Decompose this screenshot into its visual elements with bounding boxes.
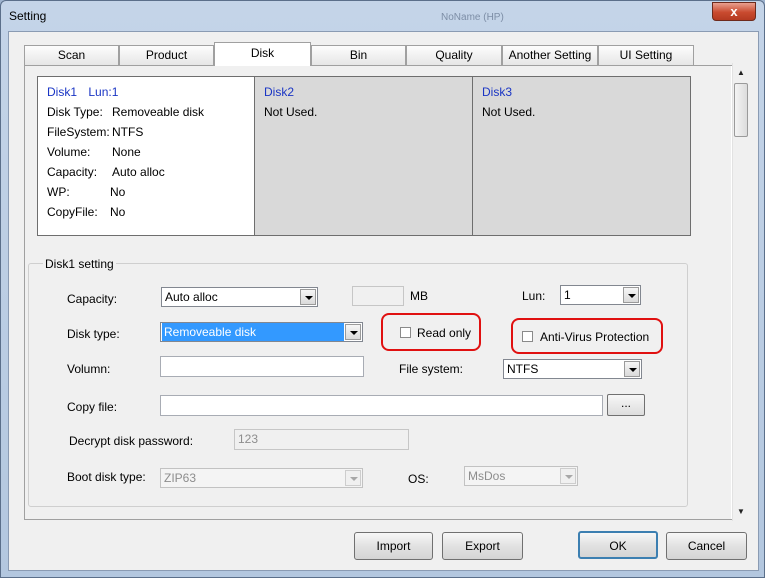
disk1-filesystem-key: FileSystem:: [47, 125, 110, 139]
os-select: MsDos: [464, 466, 578, 486]
scrollbar-thumb[interactable]: [734, 83, 748, 137]
capacity-label: Capacity:: [67, 292, 118, 306]
scroll-down-arrow-icon[interactable]: ▼: [733, 503, 749, 520]
tab-another-setting[interactable]: Another Setting: [502, 45, 598, 65]
setting-window: Setting NoName (HP) x Scan Product Disk …: [0, 0, 765, 578]
decrypt-password-label: Decrypt disk password:: [69, 434, 194, 448]
disk1-capacity-value: Auto alloc: [112, 165, 165, 179]
cancel-button[interactable]: Cancel: [666, 532, 747, 560]
disk-type-label: Disk type:: [67, 327, 120, 341]
disk3-summary[interactable]: Disk3 Not Used.: [472, 76, 691, 236]
ok-button[interactable]: OK: [578, 531, 658, 559]
lun-select[interactable]: 1: [560, 285, 641, 305]
disk1-copyfile-key: CopyFile:: [47, 205, 98, 219]
copy-file-input[interactable]: [160, 395, 603, 416]
file-system-label: File system:: [399, 362, 464, 376]
tab-disk[interactable]: Disk: [214, 42, 311, 66]
read-only-checkbox[interactable]: [400, 327, 411, 338]
close-button[interactable]: x: [712, 2, 756, 21]
disk1-volume-value: None: [112, 145, 141, 159]
disk2-summary[interactable]: Disk2 Not Used.: [254, 76, 473, 236]
file-system-select-value: NTFS: [507, 362, 539, 376]
file-system-select[interactable]: NTFS: [503, 359, 642, 379]
disk3-title: Disk3: [482, 85, 513, 99]
disk1-summary[interactable]: Disk1 Lun:1 Disk Type: Removeable disk Fi…: [37, 76, 255, 236]
os-label: OS:: [408, 472, 429, 486]
mb-unit-label: MB: [410, 289, 428, 303]
chevron-down-icon[interactable]: [345, 324, 361, 340]
chevron-down-icon[interactable]: [624, 361, 640, 377]
import-button[interactable]: Import: [354, 532, 433, 560]
decrypt-password-input: 123: [234, 429, 409, 450]
export-button[interactable]: Export: [442, 532, 523, 560]
disk1-copyfile-value: No: [110, 205, 126, 219]
disk-type-select-value: Removeable disk: [162, 323, 344, 341]
chevron-down-icon: [345, 470, 361, 486]
tab-product[interactable]: Product: [119, 45, 214, 65]
disk1-filesystem-value: NTFS: [112, 125, 144, 139]
tab-scan[interactable]: Scan: [24, 45, 119, 65]
chevron-down-icon[interactable]: [623, 287, 639, 303]
disk1-wp-value: No: [110, 185, 126, 199]
disk1-lun: Lun:1: [88, 85, 119, 99]
tab-bin[interactable]: Bin: [311, 45, 406, 65]
disk3-status: Not Used.: [482, 105, 536, 119]
anti-virus-label[interactable]: Anti-Virus Protection: [540, 330, 649, 344]
window-title: Setting: [9, 9, 47, 23]
boot-disk-type-select: ZIP63: [160, 468, 363, 488]
disk1-capacity-key: Capacity:: [47, 165, 98, 179]
disk1-setting-title: Disk1 setting: [43, 257, 116, 271]
disk1-volume-key: Volume:: [47, 145, 91, 159]
title-bar[interactable]: Setting NoName (HP) x: [1, 1, 764, 31]
lun-select-value: 1: [564, 288, 571, 302]
disk2-status: Not Used.: [264, 105, 318, 119]
background-window-title: NoName (HP): [441, 12, 504, 23]
boot-disk-type-label: Boot disk type:: [67, 470, 146, 484]
disk1-wp-key: WP:: [47, 185, 70, 199]
disk1-type-value: Removeable disk: [112, 105, 205, 119]
tab-quality[interactable]: Quality: [406, 45, 502, 65]
copy-file-label: Copy file:: [67, 400, 118, 414]
os-select-value: MsDos: [468, 469, 506, 483]
capacity-select-value: Auto alloc: [165, 290, 218, 304]
boot-disk-type-value: ZIP63: [164, 471, 197, 485]
volumn-label: Volumn:: [67, 362, 111, 376]
chevron-down-icon: [560, 468, 576, 484]
read-only-label[interactable]: Read only: [417, 326, 471, 340]
chevron-down-icon[interactable]: [300, 289, 316, 305]
scroll-up-arrow-icon[interactable]: ▲: [733, 64, 749, 81]
lun-label: Lun:: [522, 289, 546, 303]
vertical-scrollbar[interactable]: ▲ ▼: [732, 63, 749, 521]
disk1-title: Disk1: [47, 85, 78, 99]
browse-button[interactable]: ...: [607, 394, 645, 416]
disk-type-select[interactable]: Removeable disk: [160, 322, 363, 342]
volumn-input[interactable]: [160, 356, 364, 377]
disk2-title: Disk2: [264, 85, 295, 99]
disk1-type-key: Disk Type:: [47, 105, 103, 119]
anti-virus-checkbox[interactable]: [522, 331, 533, 342]
capacity-mb-field: [352, 286, 404, 306]
capacity-select[interactable]: Auto alloc: [161, 287, 318, 307]
tab-ui-setting[interactable]: UI Setting: [598, 45, 694, 65]
